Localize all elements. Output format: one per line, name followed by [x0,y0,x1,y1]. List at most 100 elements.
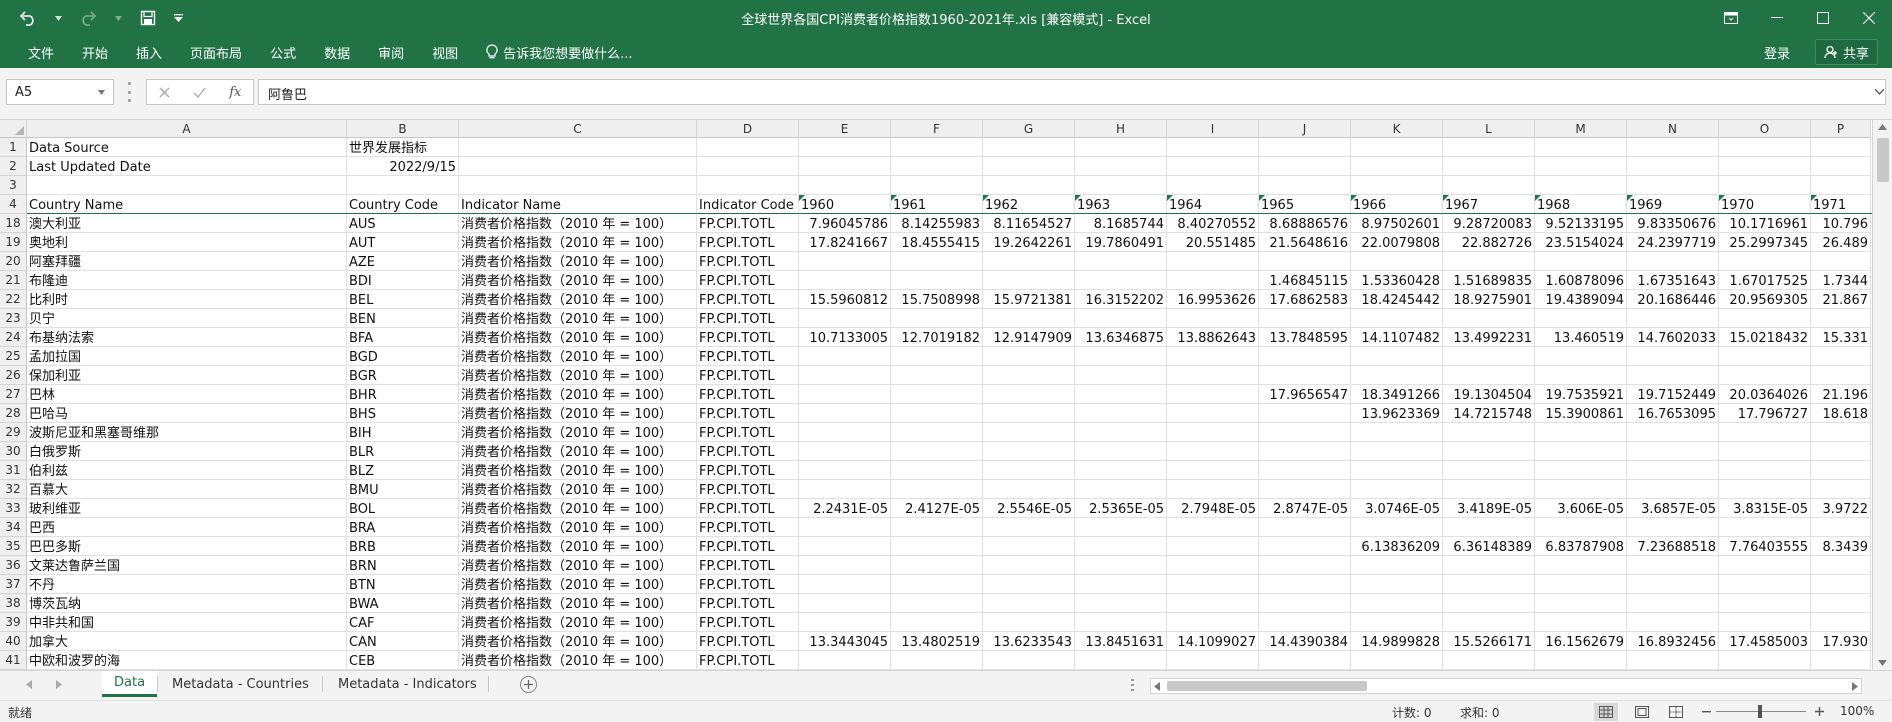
grid-cell[interactable] [1353,347,1440,366]
grid-cell[interactable]: 1964 [1169,195,1256,214]
grid-cell[interactable] [985,442,1072,461]
country-name-cell[interactable]: 文莱达鲁萨兰国 [29,556,344,575]
grid-cell[interactable] [1353,366,1440,385]
grid-cell[interactable] [893,347,980,366]
add-sheet-button[interactable] [520,676,537,693]
grid-cell[interactable] [1537,366,1624,385]
country-name-cell[interactable]: 贝宁 [29,309,344,328]
minimize-icon[interactable] [1754,0,1800,36]
grid-cell[interactable] [1629,651,1716,670]
grid-cell[interactable] [893,613,980,632]
grid-cell[interactable] [893,271,980,290]
grid-cell[interactable] [1261,252,1348,271]
grid-cell[interactable]: 1966 [1353,195,1440,214]
row-header[interactable]: 22 [0,290,27,309]
grid-cell[interactable]: 消费者价格指数（2010 年 = 100） [461,632,694,651]
grid-cell[interactable] [1261,594,1348,613]
grid-cell[interactable] [1445,138,1532,157]
grid-cell[interactable] [1169,404,1256,423]
zoom-level[interactable]: 100% [1840,704,1874,718]
grid-cell[interactable] [1077,613,1164,632]
tab-page-layout[interactable]: 页面布局 [176,36,256,68]
grid-cell[interactable] [1353,461,1440,480]
grid-cell[interactable] [1721,252,1808,271]
country-name-cell[interactable]: 中欧和波罗的海 [29,651,344,670]
grid-cell[interactable] [1077,385,1164,404]
grid-cell[interactable] [1813,347,1868,366]
grid-cell[interactable]: 消费者价格指数（2010 年 = 100） [461,214,694,233]
grid-cell[interactable]: Last Updated Date [29,157,344,176]
grid-cell[interactable] [1813,252,1868,271]
grid-cell[interactable]: 20.0364026 [1721,385,1808,404]
error-indicator-icon[interactable] [1627,195,1633,201]
grid-cell[interactable] [893,556,980,575]
grid-cell[interactable]: 消费者价格指数（2010 年 = 100） [461,461,694,480]
grid-cell[interactable]: BFA [349,328,456,347]
grid-cell[interactable]: 3.8315E-05 [1721,499,1808,518]
grid-cell[interactable] [801,613,888,632]
row-header[interactable]: 38 [0,594,27,613]
grid-cell[interactable]: 12.7019182 [893,328,980,347]
grid-cell[interactable]: 23.5154024 [1537,233,1624,252]
grid-cell[interactable] [1813,461,1868,480]
grid-cell[interactable] [1813,651,1868,670]
grid-cell[interactable] [1261,613,1348,632]
grid-cell[interactable] [1077,556,1164,575]
row-header[interactable]: 2 [0,157,27,176]
error-indicator-icon[interactable] [1719,195,1725,201]
grid-cell[interactable] [1537,309,1624,328]
grid-cell[interactable] [1169,157,1256,176]
grid-cell[interactable] [1445,347,1532,366]
row-header[interactable]: 20 [0,252,27,271]
grid-cell[interactable] [1353,423,1440,442]
grid-cell[interactable]: FP.CPI.TOTL [699,404,796,423]
grid-cell[interactable] [1721,309,1808,328]
country-name-cell[interactable]: 白俄罗斯 [29,442,344,461]
normal-view-icon[interactable] [1594,703,1618,721]
grid-cell[interactable] [801,518,888,537]
grid-cell[interactable] [801,157,888,176]
grid-cell[interactable]: 消费者价格指数（2010 年 = 100） [461,233,694,252]
grid-cell[interactable]: 消费者价格指数（2010 年 = 100） [461,613,694,632]
grid-cell[interactable]: 18.4245442 [1353,290,1440,309]
grid-cell[interactable]: FP.CPI.TOTL [699,613,796,632]
grid-cell[interactable] [1077,404,1164,423]
grid-cell[interactable] [29,176,344,195]
grid-cell[interactable]: 1.67017525 [1721,271,1808,290]
grid-cell[interactable] [1537,347,1624,366]
grid-cell[interactable]: 26.489 [1813,233,1869,252]
grid-cell[interactable] [1537,461,1624,480]
grid-cell[interactable]: FP.CPI.TOTL [699,480,796,499]
column-header-k[interactable]: K [1351,120,1443,138]
grid-cell[interactable]: 1965 [1261,195,1348,214]
grid-cell[interactable] [1353,594,1440,613]
country-name-cell[interactable]: 百慕大 [29,480,344,499]
scroll-up-icon[interactable] [1878,124,1887,130]
vertical-scrollbar[interactable] [1872,120,1892,670]
tab-view[interactable]: 视图 [418,36,472,68]
grid-cell[interactable] [349,176,456,195]
country-name-cell[interactable]: 奥地利 [29,233,344,252]
grid-cell[interactable]: FP.CPI.TOTL [699,271,796,290]
country-name-cell[interactable]: 博茨瓦纳 [29,594,344,613]
grid-cell[interactable]: 13.4802519 [893,632,980,651]
grid-cell[interactable] [1537,252,1624,271]
grid-cell[interactable]: 13.460519 [1537,328,1624,347]
grid-cell[interactable]: 14.1099027 [1169,632,1256,651]
grid-cell[interactable] [699,157,796,176]
vertical-scroll-thumb[interactable] [1877,138,1889,182]
grid-cell[interactable]: FP.CPI.TOTL [699,309,796,328]
grid-cell[interactable] [1261,442,1348,461]
grid-cell[interactable]: 3.9722 [1813,499,1869,518]
grid-cell[interactable]: 10.796 [1813,214,1869,233]
grid-cell[interactable]: 18.4555415 [893,233,980,252]
grid-cell[interactable]: 14.4390384 [1261,632,1348,651]
column-header-c[interactable]: C [459,120,697,138]
grid-cell[interactable] [1721,480,1808,499]
column-header-a[interactable]: A [27,120,347,138]
column-header-h[interactable]: H [1075,120,1167,138]
grid-cell[interactable]: FP.CPI.TOTL [699,499,796,518]
column-header-o[interactable]: O [1719,120,1811,138]
error-indicator-icon[interactable] [1075,195,1081,201]
error-indicator-icon[interactable] [1535,195,1541,201]
